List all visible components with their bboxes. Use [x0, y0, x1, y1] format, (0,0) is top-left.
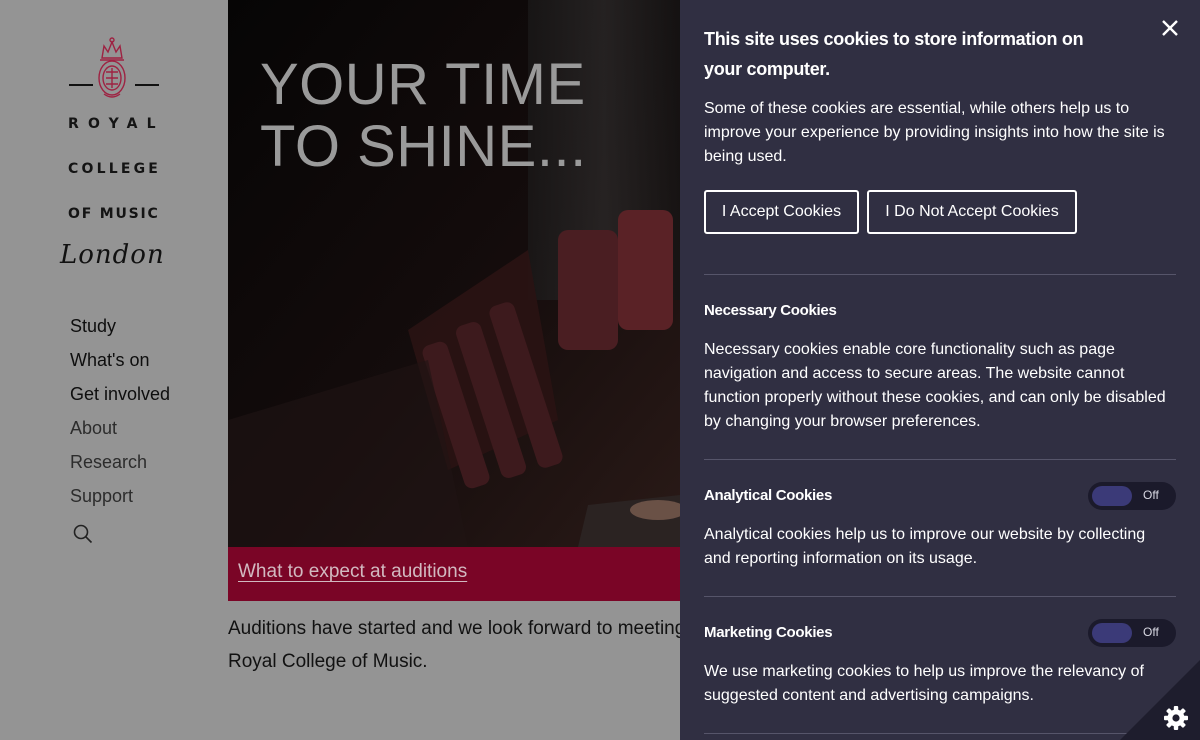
logo-rule-left: [69, 84, 93, 86]
analytical-cookies-text: Analytical cookies help us to improve ou…: [704, 526, 1146, 567]
logo-word-of-music: OF MUSIC: [68, 206, 160, 222]
logo-word-royal: ROYAL: [68, 116, 165, 132]
toggle-knob: [1092, 486, 1132, 506]
rcm-logo[interactable]: ROYAL COLLEGE OF MUSIC London: [60, 36, 170, 270]
nav-item-support[interactable]: Support: [70, 483, 170, 517]
divider: [704, 274, 1176, 275]
logo-word-london: London: [60, 240, 165, 270]
hero-banner: YOUR TIME TO SHINE...: [228, 0, 680, 547]
main-nav: Study What's on Get involved About Resea…: [70, 313, 170, 517]
search-icon[interactable]: [72, 523, 94, 545]
toggle-knob: [1092, 623, 1132, 643]
logo-rule-right: [135, 84, 159, 86]
accept-cookies-button[interactable]: I Accept Cookies: [704, 190, 859, 234]
close-icon[interactable]: [1158, 16, 1182, 40]
divider: [704, 596, 1176, 597]
nav-item-about[interactable]: About: [70, 415, 170, 449]
marketing-cookies-text: We use marketing cookies to help us impr…: [704, 663, 1144, 704]
marketing-cookies-toggle[interactable]: Off: [1088, 619, 1176, 647]
intro-paragraph: Auditions have started and we look forwa…: [228, 612, 680, 692]
cookie-settings-button[interactable]: [1120, 660, 1200, 740]
gear-icon: [1164, 706, 1188, 730]
hero-title-line-1: YOUR TIME: [260, 52, 586, 117]
analytical-cookies-toggle[interactable]: Off: [1088, 482, 1176, 510]
nav-item-whats-on[interactable]: What's on: [70, 347, 170, 381]
toggle-state-label: Off: [1143, 488, 1159, 502]
auditions-link[interactable]: What to expect at auditions: [238, 561, 467, 583]
nav-item-get-involved[interactable]: Get involved: [70, 381, 170, 415]
marketing-cookies-title: Marketing Cookies: [704, 624, 833, 641]
logo-word-college: COLLEGE: [68, 161, 162, 177]
divider: [704, 459, 1176, 460]
cookie-panel-title: This site uses cookies to store informat…: [704, 29, 1084, 79]
nav-item-study[interactable]: Study: [70, 313, 170, 347]
necessary-cookies-title: Necessary Cookies: [704, 302, 837, 319]
toggle-state-label: Off: [1143, 625, 1159, 639]
hero-title: YOUR TIME TO SHINE...: [260, 54, 587, 178]
divider: [704, 733, 1176, 734]
sidebar: ROYAL COLLEGE OF MUSIC London Study What…: [0, 0, 228, 740]
cookie-panel-intro: Some of these cookies are essential, whi…: [704, 100, 1165, 165]
intro-text: Auditions have started and we look forwa…: [228, 618, 680, 672]
royal-crest-icon: [98, 37, 126, 98]
necessary-cookies-text: Necessary cookies enable core functional…: [704, 341, 1166, 430]
hero-caption-bar: What to expect at auditions: [228, 547, 680, 601]
nav-item-research[interactable]: Research: [70, 449, 170, 483]
decline-cookies-button[interactable]: I Do Not Accept Cookies: [867, 190, 1077, 234]
hero-title-line-2: TO SHINE...: [260, 114, 587, 179]
cookie-consent-panel: This site uses cookies to store informat…: [680, 0, 1200, 740]
analytical-cookies-title: Analytical Cookies: [704, 487, 832, 504]
